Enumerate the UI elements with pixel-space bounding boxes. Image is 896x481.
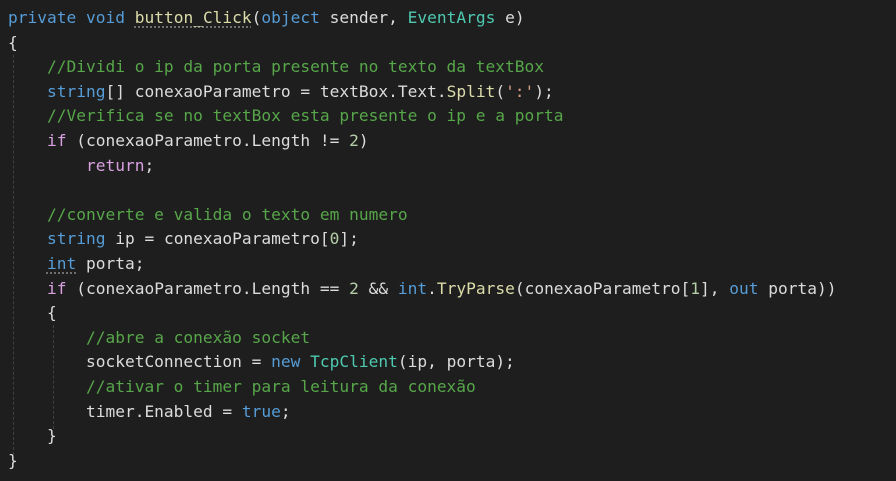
token-keyword: true bbox=[241, 401, 281, 421]
token-method: Split bbox=[446, 81, 496, 101]
token-keyword: string bbox=[46, 229, 106, 249]
token-number: 1 bbox=[690, 278, 701, 298]
token-plain: ], bbox=[700, 278, 730, 298]
token-plain: [] conexaoParametro = textBox.Text. bbox=[105, 81, 447, 101]
token-type: EventArgs bbox=[407, 8, 496, 27]
token-plain: timer.Enabled = bbox=[8, 401, 242, 421]
token-comment: //Dividi o ip da porta presente no texto… bbox=[46, 57, 545, 77]
token-keyword: out bbox=[729, 278, 759, 298]
code-line-13[interactable]: { bbox=[8, 301, 836, 326]
token-comment: //ativar o timer para leitura da conexão bbox=[85, 376, 476, 396]
code-listing[interactable]: private void button_Click(object sender,… bbox=[8, 6, 836, 473]
token-keyword: int bbox=[397, 278, 428, 298]
token-control: return bbox=[85, 155, 145, 175]
token-plain: && bbox=[358, 278, 398, 298]
code-line-7[interactable]: return; bbox=[8, 154, 836, 179]
token-comment: //Verifica se no textBox esta presente o… bbox=[46, 106, 564, 126]
token-keyword: new bbox=[271, 352, 301, 372]
token-plain: (conexaoParametro.Length == bbox=[66, 278, 350, 298]
token-control: if bbox=[46, 130, 67, 150]
code-line-14[interactable]: //abre a conexão socket bbox=[8, 326, 836, 351]
token-plain: ( bbox=[495, 81, 506, 101]
token-keyword: private bbox=[8, 8, 77, 27]
token-number: 0 bbox=[329, 229, 340, 249]
code-line-17[interactable]: timer.Enabled = true; bbox=[8, 400, 836, 425]
token-plain: { bbox=[8, 303, 57, 323]
token-plain: (conexaoParametro.Length != bbox=[66, 130, 350, 150]
token-number: 2 bbox=[349, 130, 359, 150]
code-line-8[interactable] bbox=[8, 178, 836, 203]
token-keyword: object bbox=[261, 8, 320, 27]
code-line-11[interactable]: int porta; bbox=[8, 252, 836, 277]
token-method: TryParse bbox=[436, 278, 515, 298]
token-plain: . bbox=[427, 278, 437, 298]
token-plain: porta)) bbox=[758, 278, 837, 298]
code-line-4[interactable]: string[] conexaoParametro = textBox.Text… bbox=[8, 80, 836, 105]
token-plain: e) bbox=[495, 8, 525, 27]
token-plain: ; bbox=[280, 401, 291, 421]
token-number: 2 bbox=[349, 278, 359, 298]
token-keyword: string bbox=[46, 81, 106, 101]
token-plain: sender, bbox=[319, 8, 408, 27]
token-plain: ; bbox=[144, 155, 155, 175]
code-line-18[interactable]: } bbox=[8, 424, 836, 449]
code-line-12[interactable]: if (conexaoParametro.Length == 2 && int.… bbox=[8, 277, 837, 302]
code-line-10[interactable]: string ip = conexaoParametro[0]; bbox=[8, 227, 836, 252]
token-plain: ]; bbox=[339, 229, 359, 249]
token-plain: porta; bbox=[76, 253, 145, 273]
token-comment: //abre a conexão socket bbox=[85, 327, 311, 347]
token-control: if bbox=[46, 278, 67, 298]
token-plain: ip = conexaoParametro[ bbox=[105, 229, 330, 249]
token-plain: (ip, porta); bbox=[397, 352, 515, 372]
code-line-6[interactable]: if (conexaoParametro.Length != 2) bbox=[8, 129, 836, 154]
token-method: button_Click bbox=[134, 8, 252, 27]
token-plain: { bbox=[8, 32, 18, 52]
token-plain: } bbox=[8, 426, 57, 446]
token-plain: ); bbox=[534, 81, 554, 101]
code-line-19[interactable]: } bbox=[8, 449, 836, 474]
token-type: TcpClient bbox=[310, 352, 398, 372]
token-string: ':' bbox=[505, 81, 535, 101]
token-plain: socketConnection = bbox=[8, 352, 272, 372]
code-line-1[interactable]: private void button_Click(object sender,… bbox=[8, 6, 836, 31]
code-line-9[interactable]: //converte e valida o texto em numero bbox=[8, 203, 836, 228]
code-line-16[interactable]: //ativar o timer para leitura da conexão bbox=[8, 375, 836, 400]
token-plain: ) bbox=[358, 130, 369, 150]
token-plain: (conexaoParametro[ bbox=[514, 278, 691, 298]
token-keyword: void bbox=[85, 8, 125, 27]
token-plain: ( bbox=[251, 8, 262, 27]
code-line-5[interactable]: //Verifica se no textBox esta presente o… bbox=[8, 104, 836, 129]
code-line-15[interactable]: socketConnection = new TcpClient(ip, por… bbox=[8, 350, 836, 375]
code-line-2[interactable]: { bbox=[8, 31, 836, 56]
token-plain: } bbox=[8, 450, 18, 470]
code-line-3[interactable]: //Dividi o ip da porta presente no texto… bbox=[8, 55, 836, 80]
token-comment: //converte e valida o texto em numero bbox=[46, 204, 408, 224]
token-keyword: int bbox=[46, 253, 77, 273]
code-editor[interactable]: private void button_Click(object sender,… bbox=[0, 0, 896, 481]
